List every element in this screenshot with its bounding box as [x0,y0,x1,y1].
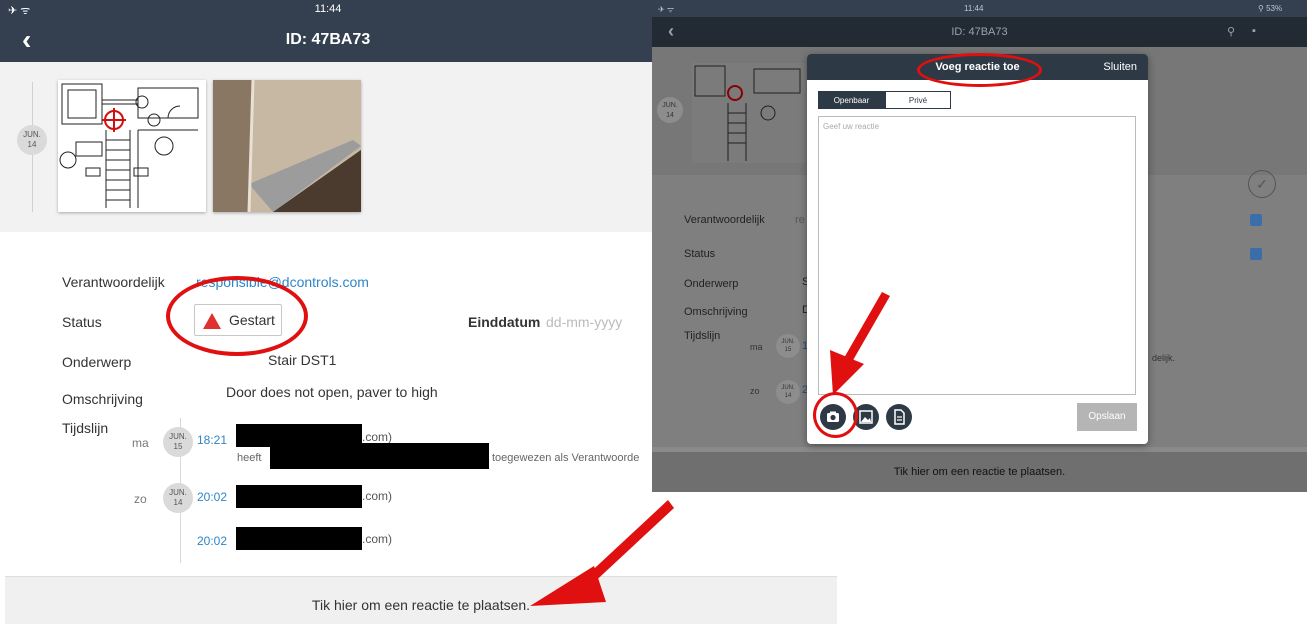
annotation-arrows [530,292,890,606]
annotation-arrow-bottom-icon [530,500,674,606]
annotation-arrow-camera-icon [830,292,890,395]
